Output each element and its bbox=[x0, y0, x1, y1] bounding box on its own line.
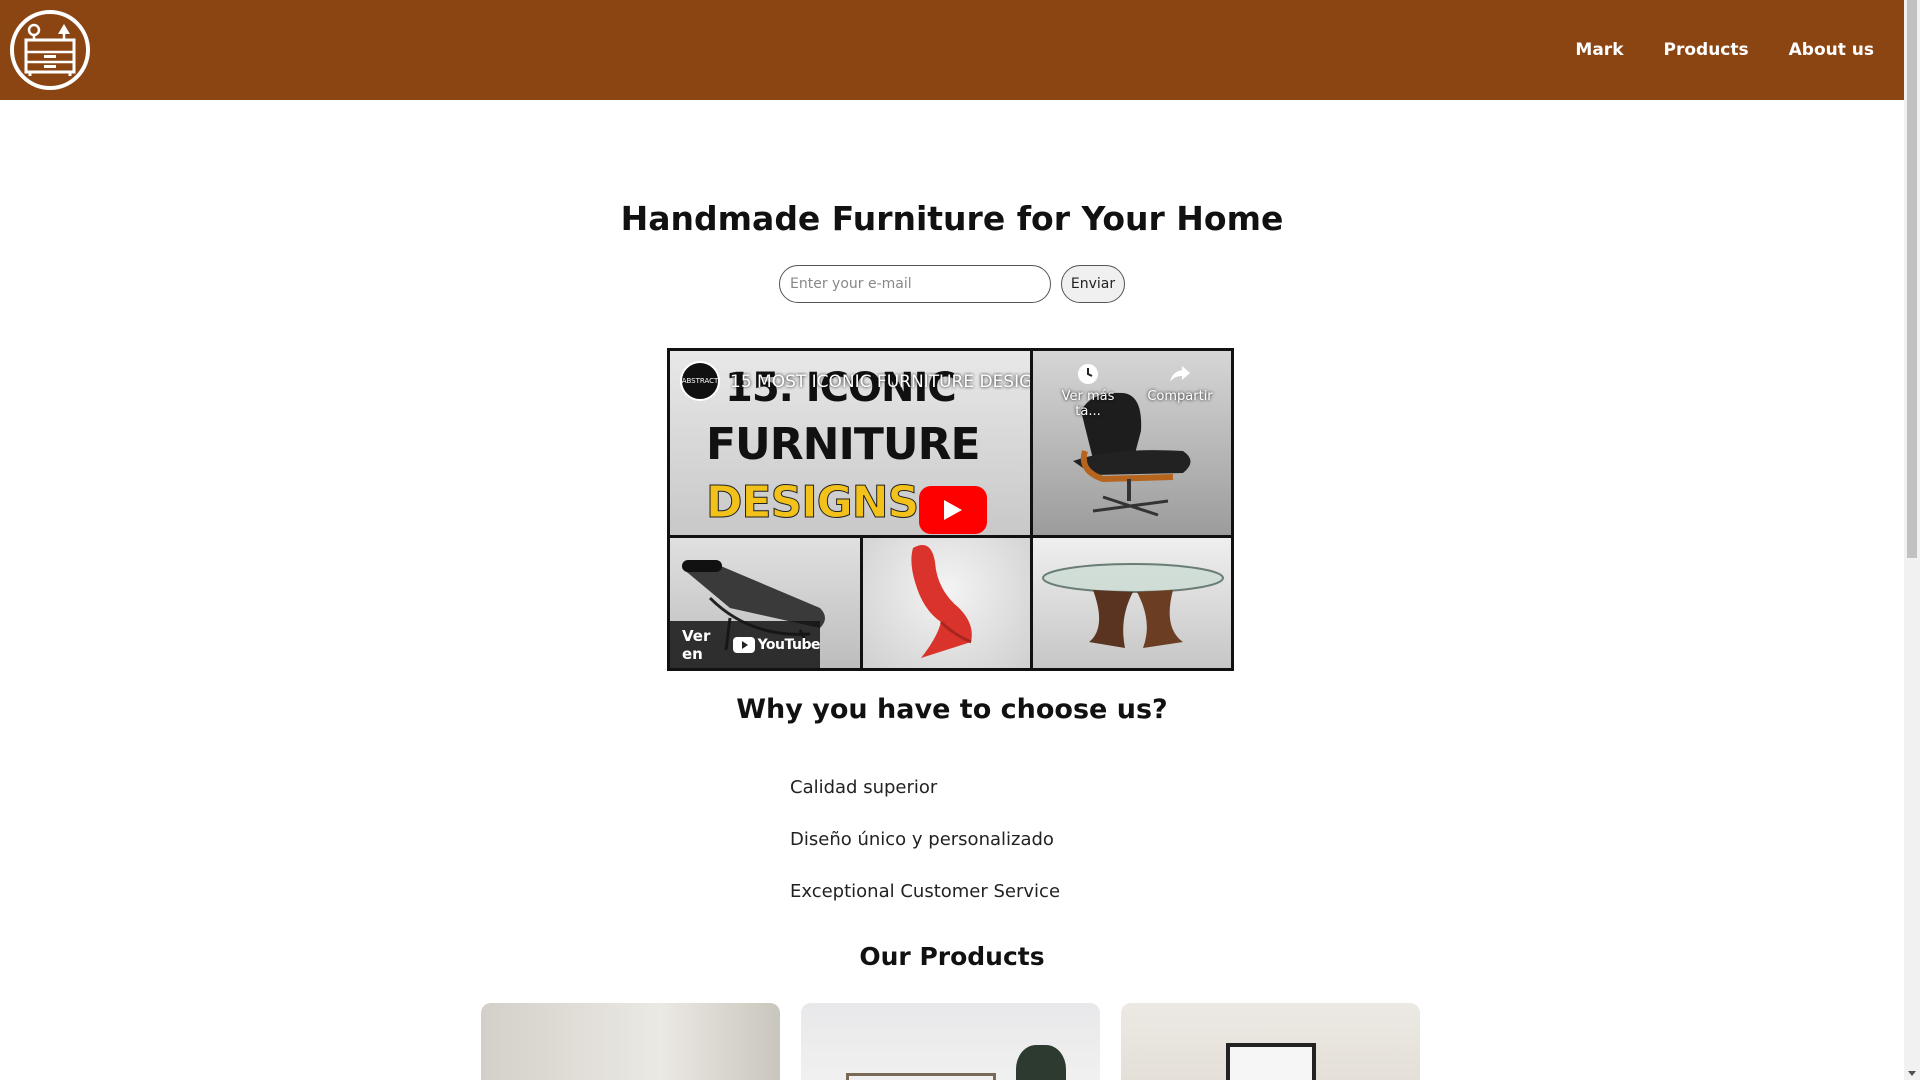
hero-title: Handmade Furniture for Your Home bbox=[620, 199, 1284, 238]
product-card[interactable] bbox=[481, 1003, 780, 1080]
watch-on-youtube-button[interactable]: Ver en YouTube bbox=[670, 621, 821, 668]
site-header: Mark Products About us bbox=[0, 0, 1904, 100]
scroll-down-arrow-icon[interactable] bbox=[1908, 1071, 1916, 1076]
newsletter-form: Enviar bbox=[779, 265, 1125, 303]
email-input[interactable] bbox=[779, 265, 1051, 303]
page-scrollbar[interactable] bbox=[1904, 0, 1920, 1080]
youtube-embed[interactable]: 15. ICONIC FURNITURE DESIGNS ABSTRACT 15… bbox=[667, 348, 1234, 671]
main-nav: Mark Products About us bbox=[1575, 40, 1874, 60]
watch-later-label: Ver más ta... bbox=[1061, 389, 1115, 419]
youtube-wordmark: YouTube bbox=[757, 636, 821, 653]
thumb-red-chair bbox=[863, 538, 1030, 668]
play-button[interactable] bbox=[919, 486, 987, 534]
features-list: Calidad superior Diseño único y personal… bbox=[790, 762, 1060, 918]
nav-link-products[interactable]: Products bbox=[1664, 40, 1749, 60]
thumb-line-3: DESIGNS bbox=[705, 477, 919, 529]
youtube-logo-icon bbox=[732, 636, 755, 653]
feature-item: Diseño único y personalizado bbox=[790, 829, 1054, 850]
youtube-logo: YouTube bbox=[732, 636, 821, 653]
channel-avatar[interactable]: ABSTRACT bbox=[680, 361, 720, 401]
why-title: Why you have to choose us? bbox=[736, 694, 1168, 725]
thumb-glass-table bbox=[1033, 538, 1231, 668]
video-title[interactable]: 15 MOST ICONIC FURNITURE DESIG... bbox=[730, 372, 1030, 392]
scrollbar-thumb[interactable] bbox=[1907, 0, 1917, 558]
clock-icon bbox=[1078, 364, 1098, 384]
play-icon bbox=[944, 500, 962, 520]
product-cards bbox=[481, 1003, 1420, 1080]
thumb-line-2: FURNITURE bbox=[706, 419, 981, 470]
products-title: Our Products bbox=[859, 942, 1045, 971]
feature-item: Calidad superior bbox=[790, 777, 938, 798]
card-plant bbox=[1016, 1045, 1066, 1080]
feature-item: Exceptional Customer Service bbox=[790, 881, 1061, 902]
watch-later-button[interactable]: Ver más ta... bbox=[1048, 363, 1128, 419]
nav-link-about-us[interactable]: About us bbox=[1789, 40, 1874, 60]
card-picture-frame bbox=[1226, 1043, 1316, 1080]
product-card[interactable] bbox=[801, 1003, 1100, 1080]
channel-name: ABSTRACT bbox=[681, 377, 719, 385]
product-card[interactable] bbox=[1121, 1003, 1420, 1080]
watch-on-label: Ver en bbox=[682, 626, 711, 663]
share-button[interactable]: Compartir bbox=[1140, 363, 1220, 404]
nav-link-mark[interactable]: Mark bbox=[1575, 40, 1623, 60]
share-label: Compartir bbox=[1147, 389, 1213, 404]
furniture-logo-icon[interactable] bbox=[10, 10, 90, 90]
share-arrow-icon bbox=[1170, 366, 1190, 382]
send-button[interactable]: Enviar bbox=[1061, 265, 1125, 303]
card-picture-frame bbox=[846, 1073, 996, 1080]
